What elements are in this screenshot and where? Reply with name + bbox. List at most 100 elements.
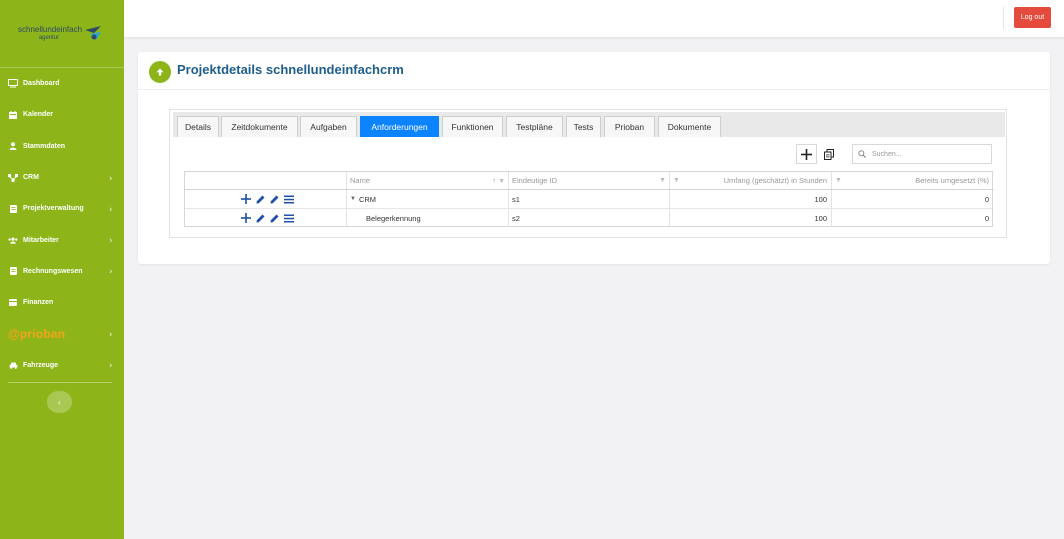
sidebar-item-projektverwaltung[interactable]: Projektverwaltung › — [0, 193, 124, 224]
search-input[interactable]: Suchen... — [852, 144, 992, 164]
brand-logo[interactable]: schnellundeinfach agentur — [0, 0, 124, 68]
search-icon — [858, 150, 866, 158]
add-button[interactable] — [796, 144, 817, 164]
column-header-name[interactable]: Name ↑ ▼ — [347, 172, 509, 189]
sidebar-collapse-button[interactable]: ‹ — [47, 391, 72, 413]
cell-id: s2 — [509, 209, 670, 227]
table-row[interactable]: ▼ CRM s1 100 0 — [185, 190, 994, 209]
sidebar-item-prioban[interactable]: @prioban › — [0, 318, 124, 349]
tab-details[interactable]: Details — [177, 116, 219, 137]
table-header: Name ↑ ▼ Eindeutige ID ▼ ▼ Umfang (gesch… — [185, 172, 994, 190]
cell-name: ▼ CRM — [347, 190, 509, 208]
menu-icon[interactable] — [284, 214, 294, 223]
brand-wordmark: schnellundeinfach agentur — [18, 25, 83, 42]
filter-icon[interactable]: ▼ — [659, 177, 666, 184]
chevron-right-icon: › — [109, 329, 112, 339]
tab-zeitdokumente[interactable]: Zeitdokumente — [221, 116, 298, 137]
sidebar-nav: Dashboard Kalender Stammdaten CRM › Proj… — [0, 68, 124, 381]
sidebar-item-dashboard[interactable]: Dashboard — [0, 68, 124, 99]
prioban-logo: @prioban — [8, 327, 66, 342]
sidebar-item-label: CRM — [23, 174, 39, 182]
add-child-icon[interactable] — [241, 213, 251, 223]
sidebar-item-label: Finanzen — [23, 299, 54, 307]
cell-name: Belegerkennung — [347, 209, 509, 227]
edit-pencil-icon[interactable] — [256, 195, 265, 204]
tab-testplaene[interactable]: Testpläne — [506, 116, 563, 137]
search-placeholder: Suchen... — [872, 150, 902, 158]
filter-icon[interactable]: ▼ — [673, 177, 680, 184]
car-icon — [8, 360, 18, 370]
card-header: Projektdetails schnellundeinfachcrm — [138, 52, 1050, 90]
network-icon — [8, 173, 18, 183]
sidebar-item-crm[interactable]: CRM › — [0, 162, 124, 193]
tab-anforderungen[interactable]: Anforderungen — [360, 116, 439, 137]
cell-hours: 100 — [670, 209, 832, 227]
tab-bar: Details Zeitdokumente Aufgaben Anforderu… — [173, 112, 1005, 137]
sort-asc-icon[interactable]: ↑ — [492, 176, 496, 185]
collapse-arrow-icon[interactable]: ▼ — [350, 196, 356, 202]
row-actions — [185, 209, 347, 227]
tab-aufgaben[interactable]: Aufgaben — [300, 116, 357, 137]
page-title: Projektdetails schnellundeinfachcrm — [177, 62, 404, 77]
sidebar-item-label: Kalender — [23, 111, 53, 119]
sidebar-item-rechnungswesen[interactable]: Rechnungswesen › — [0, 256, 124, 287]
finance-icon — [8, 298, 18, 308]
plus-icon — [801, 148, 812, 160]
sidebar-item-mitarbeiter[interactable]: Mitarbeiter › — [0, 224, 124, 255]
monitor-icon — [8, 79, 18, 89]
cell-id: s1 — [509, 190, 670, 208]
chevron-right-icon: › — [109, 204, 112, 214]
brand-mark-icon — [85, 26, 101, 40]
sidebar-item-kalender[interactable]: Kalender — [0, 99, 124, 130]
chevron-left-icon: ‹ — [58, 397, 61, 407]
copy-icon — [824, 148, 834, 160]
project-card: Projektdetails schnellundeinfachcrm Deta… — [138, 52, 1050, 264]
filter-icon[interactable]: ▼ — [835, 177, 842, 184]
column-header-hours[interactable]: ▼ Umfang (geschätzt) in Stunden — [670, 172, 832, 189]
column-header-done[interactable]: ▼ Bereits umgesetzt (%) — [832, 172, 994, 189]
sidebar: schnellundeinfach agentur Dashboard Kale… — [0, 0, 124, 539]
sidebar-item-label: Fahrzeuge — [23, 361, 59, 369]
calendar-icon — [8, 110, 18, 120]
tab-prioban[interactable]: Prioban — [604, 116, 655, 137]
tab-panel: Details Zeitdokumente Aufgaben Anforderu… — [169, 109, 1007, 238]
tab-tests[interactable]: Tests — [566, 116, 601, 137]
tab-dokumente[interactable]: Dokumente — [658, 116, 721, 137]
logout-button[interactable]: Log out — [1014, 7, 1051, 28]
cell-done: 0 — [984, 194, 989, 204]
brand-sub: agentur — [38, 35, 60, 41]
chevron-right-icon: › — [109, 266, 112, 276]
add-child-icon[interactable] — [241, 194, 251, 204]
sidebar-item-label: Stammdaten — [23, 142, 66, 150]
brand-name: schnellundeinfach — [18, 25, 83, 34]
edit-pencil-icon[interactable] — [270, 214, 279, 223]
sidebar-item-label: Dashboard — [23, 80, 60, 88]
tab-funktionen[interactable]: Funktionen — [442, 116, 503, 137]
topbar: Log out — [124, 0, 1064, 37]
sidebar-item-stammdaten[interactable]: Stammdaten — [0, 131, 124, 162]
sidebar-item-fahrzeuge[interactable]: Fahrzeuge › — [0, 350, 124, 381]
user-icon — [8, 141, 18, 151]
column-header-id[interactable]: Eindeutige ID ▼ — [509, 172, 670, 189]
menu-icon[interactable] — [284, 195, 294, 204]
filter-icon[interactable]: ▼ — [498, 178, 505, 185]
sidebar-item-label: Mitarbeiter — [23, 236, 59, 244]
sidebar-divider — [8, 382, 112, 383]
table-row[interactable]: Belegerkennung s2 100 0 — [185, 209, 994, 227]
column-header-actions — [185, 172, 347, 189]
sidebar-item-finanzen[interactable]: Finanzen — [0, 287, 124, 318]
chevron-right-icon: › — [109, 235, 112, 245]
topbar-divider — [1003, 7, 1004, 29]
invoice-icon — [8, 266, 18, 276]
row-actions — [185, 190, 347, 208]
requirements-table: Name ↑ ▼ Eindeutige ID ▼ ▼ Umfang (gesch… — [184, 171, 994, 227]
chevron-right-icon: › — [109, 173, 112, 183]
chevron-right-icon: › — [109, 360, 112, 370]
sidebar-item-label: Projektverwaltung — [23, 205, 84, 213]
back-up-button[interactable] — [149, 61, 171, 83]
edit-pencil-icon[interactable] — [270, 195, 279, 204]
copy-button[interactable] — [821, 146, 837, 162]
edit-pencil-icon[interactable] — [256, 214, 265, 223]
folder-icon — [8, 204, 18, 214]
sort-filter-icons: ↑ ▼ — [492, 176, 505, 185]
